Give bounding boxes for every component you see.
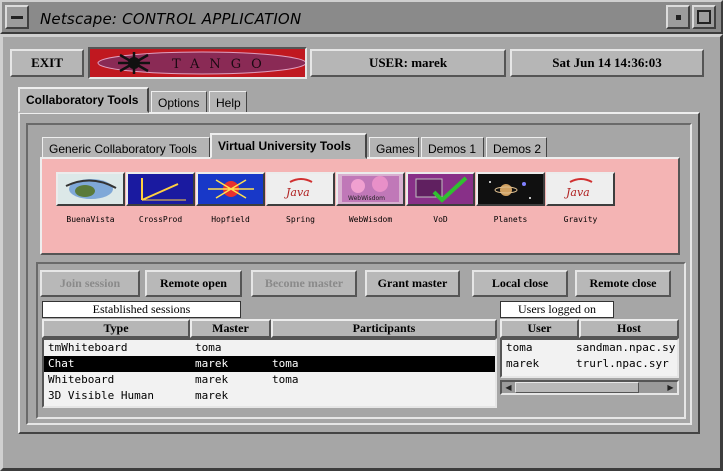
webwisdom-button[interactable]: WebWisdom: [336, 172, 405, 206]
table-row[interactable]: tmWhiteboard toma: [44, 340, 495, 356]
tango-logo-graphic: TANGO: [97, 51, 305, 75]
remote-open-button[interactable]: Remote open: [145, 270, 242, 297]
tool-label-hopfield: Hopfield: [211, 215, 250, 224]
minimize-icon: [676, 15, 681, 20]
crossprod-button[interactable]: [126, 172, 195, 206]
maximize-icon: [697, 10, 711, 24]
user-name: toma: [506, 341, 533, 354]
grant-master-button[interactable]: Grant master: [365, 270, 460, 297]
webwisdom-icon: WebWisdom: [342, 176, 399, 202]
buenavista-icon: [65, 179, 117, 199]
session-master: toma: [195, 341, 222, 354]
gravity-button[interactable]: Java: [546, 172, 615, 206]
logo-text: TANGO: [172, 57, 272, 72]
tab-demos-2[interactable]: Demos 2: [486, 137, 547, 159]
user-host: trurl.npac.syr: [576, 357, 669, 370]
maximize-button[interactable]: [692, 5, 716, 29]
join-session-button[interactable]: Join session: [40, 270, 140, 297]
users-hscrollbar[interactable]: ◀ ▶: [500, 380, 679, 395]
col-user[interactable]: User: [500, 319, 579, 338]
session-master: marek: [195, 357, 229, 370]
scroll-left-icon[interactable]: ◀: [503, 382, 514, 393]
col-host[interactable]: Host: [579, 319, 679, 338]
tool-label-gravity: Gravity: [563, 215, 598, 224]
tab-help[interactable]: Help: [209, 91, 247, 113]
svg-text:Java: Java: [564, 186, 590, 199]
java-gravity-icon: Java: [564, 178, 593, 199]
session-type: tmWhiteboard: [48, 341, 128, 354]
tool-label-spring: Spring: [286, 215, 315, 224]
tab-options[interactable]: Options: [151, 91, 207, 113]
scroll-right-icon[interactable]: ▶: [665, 382, 676, 393]
minimize-button[interactable]: [666, 5, 690, 29]
svg-text:Java: Java: [284, 186, 310, 199]
tab-generic-tools[interactable]: Generic Collaboratory Tools: [42, 137, 210, 159]
sessions-list[interactable]: tmWhiteboard toma Chat marek toma Whiteboar…: [42, 338, 497, 408]
planets-icon: [489, 181, 531, 199]
tool-label-crossprod: CrossProd: [138, 215, 183, 224]
vod-icon: [415, 176, 468, 203]
scroll-thumb[interactable]: [515, 382, 639, 393]
exit-button[interactable]: EXIT: [10, 49, 84, 77]
table-row[interactable]: 3D Visible Human marek: [44, 388, 495, 404]
tool-label-planets: Planets: [493, 215, 528, 224]
table-row[interactable]: Whiteboard marek toma: [44, 372, 495, 388]
session-master: marek: [195, 389, 229, 402]
list-item[interactable]: marek trurl.npac.syr: [502, 356, 677, 372]
tab-demos-1[interactable]: Demos 1: [421, 137, 484, 159]
session-type: Chat: [48, 357, 75, 370]
local-close-button[interactable]: Local close: [472, 270, 568, 297]
sessions-title: Established sessions: [42, 301, 241, 318]
tab-collaboratory-tools[interactable]: Collaboratory Tools: [18, 87, 149, 113]
hopfield-button[interactable]: [196, 172, 265, 206]
user-name: marek: [506, 357, 540, 370]
remote-close-button[interactable]: Remote close: [575, 270, 671, 297]
datetime-display: Sat Jun 14 14:36:03: [510, 49, 704, 77]
title-bar[interactable]: Netscape: CONTROL APPLICATION: [0, 0, 723, 34]
tab-games[interactable]: Games: [369, 137, 419, 159]
user-host: sandman.npac.sy: [576, 341, 676, 354]
session-type: 3D Visible Human: [48, 389, 154, 402]
window-title: Netscape: CONTROL APPLICATION: [40, 10, 302, 28]
session-participants: toma: [272, 373, 299, 386]
become-master-button[interactable]: Become master: [251, 270, 357, 297]
session-participants: toma: [272, 357, 299, 370]
menu-bar-icon: [11, 16, 23, 19]
tab-virtual-university[interactable]: Virtual University Tools: [210, 133, 367, 159]
window-menu-button[interactable]: [5, 5, 29, 29]
spring-button[interactable]: Java: [266, 172, 335, 206]
tool-label-webwisdom: WebWisdom: [348, 215, 393, 224]
crossprod-icon: [141, 178, 186, 201]
col-type[interactable]: Type: [42, 319, 190, 338]
col-participants[interactable]: Participants: [271, 319, 497, 338]
svg-text:WebWisdom: WebWisdom: [348, 195, 385, 202]
tool-label-buenavista: BuenaVista: [66, 215, 115, 224]
hopfield-icon: [208, 179, 254, 199]
users-list[interactable]: toma sandman.npac.sy marek trurl.npac.syr: [500, 338, 679, 378]
session-type: Whiteboard: [48, 373, 115, 386]
user-display: USER: marek: [310, 49, 506, 77]
vod-button[interactable]: [406, 172, 475, 206]
buenavista-button[interactable]: [56, 172, 125, 206]
tango-logo[interactable]: TANGO: [88, 47, 307, 79]
planets-button[interactable]: [476, 172, 545, 206]
table-row-selected[interactable]: Chat marek toma: [44, 356, 495, 372]
session-master: marek: [195, 373, 229, 386]
users-title: Users logged on: [500, 301, 614, 318]
tool-label-vod: VoD: [433, 215, 448, 224]
col-master[interactable]: Master: [190, 319, 271, 338]
java-spring-icon: Java: [284, 178, 313, 199]
list-item[interactable]: toma sandman.npac.sy: [502, 340, 677, 356]
